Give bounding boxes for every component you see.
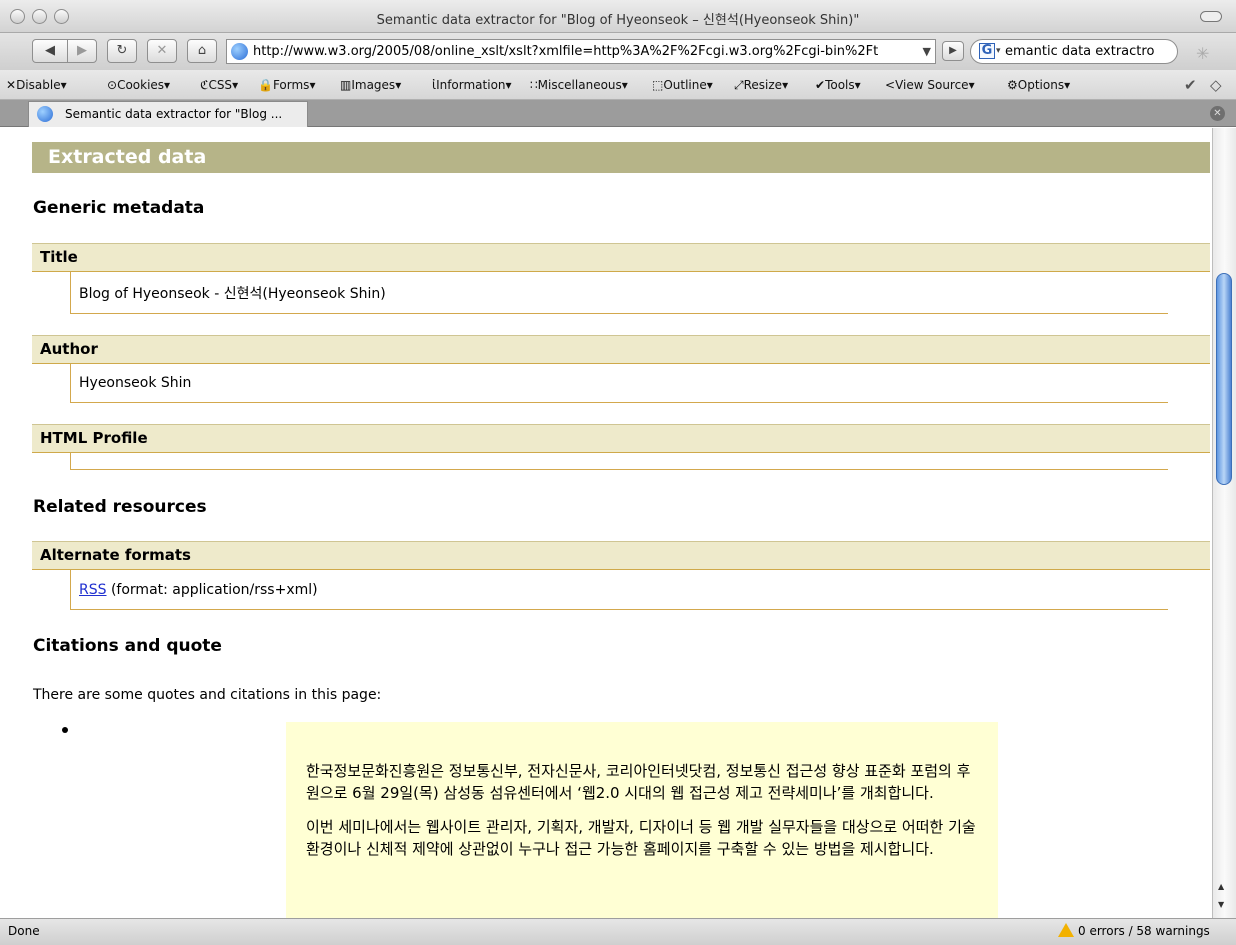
dev-menu-view-source[interactable]: <View Source▾ xyxy=(885,78,975,92)
back-icon: ◀ xyxy=(45,43,55,58)
tools-icon: ✔ xyxy=(815,78,826,92)
tag-icon[interactable]: ◇ xyxy=(1210,76,1222,94)
validation-summary: 0 errors / 58 warnings xyxy=(1078,924,1210,938)
citations-intro: There are some quotes and citations in t… xyxy=(33,687,382,703)
title-section-heading: Title xyxy=(32,243,1210,272)
close-tab-icon[interactable]: ✕ xyxy=(1210,106,1225,121)
citations-heading: Citations and quote xyxy=(33,636,222,656)
quote-block: 한국정보문화진흥원은 정보통신부, 전자신문사, 코리아인터넷닷컴, 정보통신 … xyxy=(286,722,998,918)
title-value: Blog of Hyeonseok - 신현석(Hyeonseok Shin) xyxy=(70,272,1168,314)
search-engine-dropdown-icon: ▾ xyxy=(996,46,1001,56)
reload-icon: ↻ xyxy=(116,43,128,58)
list-bullet xyxy=(62,727,68,733)
html-profile-value xyxy=(70,453,1168,470)
reload-button[interactable]: ↻ xyxy=(107,39,137,63)
tab-bar: Semantic data extractor for "Blog ... ✕ xyxy=(0,100,1236,127)
dev-menu-options[interactable]: ⚙Options▾ xyxy=(1007,78,1070,92)
outline-icon: ⬚ xyxy=(652,78,664,92)
scroll-down-arrow-icon[interactable]: ▼ xyxy=(1218,900,1224,909)
tab-semantic-data-extractor[interactable]: Semantic data extractor for "Blog ... xyxy=(28,101,308,127)
warning-icon xyxy=(1058,923,1074,937)
validation-check-icon[interactable]: ✔ xyxy=(1184,76,1197,94)
dev-menu-outline[interactable]: ⬚Outline▾ xyxy=(652,78,713,92)
dev-menu-information[interactable]: ἰInformation▾ xyxy=(432,78,512,92)
go-icon: ▶ xyxy=(949,45,957,56)
scroll-up-arrow-icon[interactable]: ▲ xyxy=(1218,882,1224,891)
page-content: Extracted data Generic metadata Title Bl… xyxy=(0,128,1212,918)
toolbar-toggle-button[interactable] xyxy=(1200,11,1222,22)
quote-paragraph: 이번 세미나에서는 웹사이트 관리자, 기획자, 개발자, 디자이너 등 웹 개… xyxy=(306,818,976,858)
dev-menu-miscellaneous[interactable]: ∷Miscellaneous▾ xyxy=(530,78,628,92)
url-text: http://www.w3.org/2005/08/online_xslt/xs… xyxy=(253,44,879,59)
rss-format-text: (format: application/rss+xml) xyxy=(106,582,318,598)
rss-link[interactable]: RSS xyxy=(79,582,107,598)
google-search-engine-icon[interactable]: G xyxy=(979,43,995,59)
home-button[interactable]: ⌂ xyxy=(187,39,217,63)
related-resources-heading: Related resources xyxy=(33,497,207,517)
web-developer-toolbar: ✕Disable▾ ⊙Cookies▾ ℭCSS▾ 🔒Forms▾ ▥Image… xyxy=(0,70,1236,100)
options-icon: ⚙ xyxy=(1007,78,1018,92)
view-source-icon: < xyxy=(885,78,896,92)
stop-icon: ✕ xyxy=(156,43,168,58)
author-value: Hyeonseok Shin xyxy=(70,364,1168,403)
tab-label: Semantic data extractor for "Blog ... xyxy=(65,107,283,121)
alternate-formats-value: RSS (format: application/rss+xml) xyxy=(70,570,1168,610)
status-bar: Done 0 errors / 58 warnings xyxy=(0,918,1236,945)
author-section-heading: Author xyxy=(32,335,1210,364)
search-input[interactable]: G ▾ emantic data extractro xyxy=(970,39,1178,64)
tab-globe-icon xyxy=(37,106,53,122)
validation-status[interactable]: 0 errors / 58 warnings xyxy=(1058,919,1210,944)
forward-icon: ▶ xyxy=(77,43,87,58)
extracted-data-banner: Extracted data xyxy=(32,142,1210,173)
forward-button[interactable]: ▶ xyxy=(67,39,97,63)
dev-menu-cookies[interactable]: ⊙Cookies▾ xyxy=(107,78,170,92)
resize-icon: ⤢ xyxy=(734,78,744,92)
navigation-toolbar: ◀ ▶ ↻ ✕ ⌂ http://www.w3.org/2005/08/onli… xyxy=(0,33,1236,70)
window-title: Semantic data extractor for "Blog of Hye… xyxy=(376,13,860,28)
loading-spinner-icon: ✳ xyxy=(1196,44,1210,63)
dev-menu-css[interactable]: ℭCSS▾ xyxy=(200,78,238,92)
vertical-scrollbar[interactable]: ▲ ▼ xyxy=(1212,128,1236,918)
generic-metadata-heading: Generic metadata xyxy=(33,198,205,218)
dev-menu-tools[interactable]: ✔Tools▾ xyxy=(815,78,861,92)
dev-menu-disable[interactable]: ✕Disable▾ xyxy=(6,78,67,92)
back-button[interactable]: ◀ xyxy=(32,39,68,63)
url-bar[interactable]: http://www.w3.org/2005/08/online_xslt/xs… xyxy=(226,39,936,64)
miscellaneous-icon: ∷ xyxy=(530,78,538,92)
scrollbar-thumb[interactable] xyxy=(1216,273,1232,485)
status-text: Done xyxy=(8,924,40,938)
stop-button[interactable]: ✕ xyxy=(147,39,177,63)
quote-paragraph: 한국정보문화진흥원은 정보통신부, 전자신문사, 코리아인터넷닷컴, 정보통신 … xyxy=(306,762,971,802)
url-history-dropdown[interactable]: ▼ xyxy=(918,40,931,63)
disable-icon: ✕ xyxy=(6,78,17,92)
home-icon: ⌂ xyxy=(197,43,207,58)
cookies-icon: ⊙ xyxy=(107,78,118,92)
site-globe-icon xyxy=(231,43,248,60)
images-icon: ▥ xyxy=(340,78,352,92)
alternate-formats-section-heading: Alternate formats xyxy=(32,541,1210,570)
html-profile-section-heading: HTML Profile xyxy=(32,424,1210,453)
go-button[interactable]: ▶ xyxy=(942,41,964,61)
window-titlebar: Semantic data extractor for "Blog of Hye… xyxy=(0,0,1236,33)
forms-icon: 🔒 xyxy=(258,78,273,92)
search-text: emantic data extractro xyxy=(1005,44,1155,59)
dev-menu-images[interactable]: ▥Images▾ xyxy=(340,78,401,92)
dev-menu-forms[interactable]: 🔒Forms▾ xyxy=(258,78,315,92)
dev-menu-resize[interactable]: ⤢Resize▾ xyxy=(734,78,788,93)
